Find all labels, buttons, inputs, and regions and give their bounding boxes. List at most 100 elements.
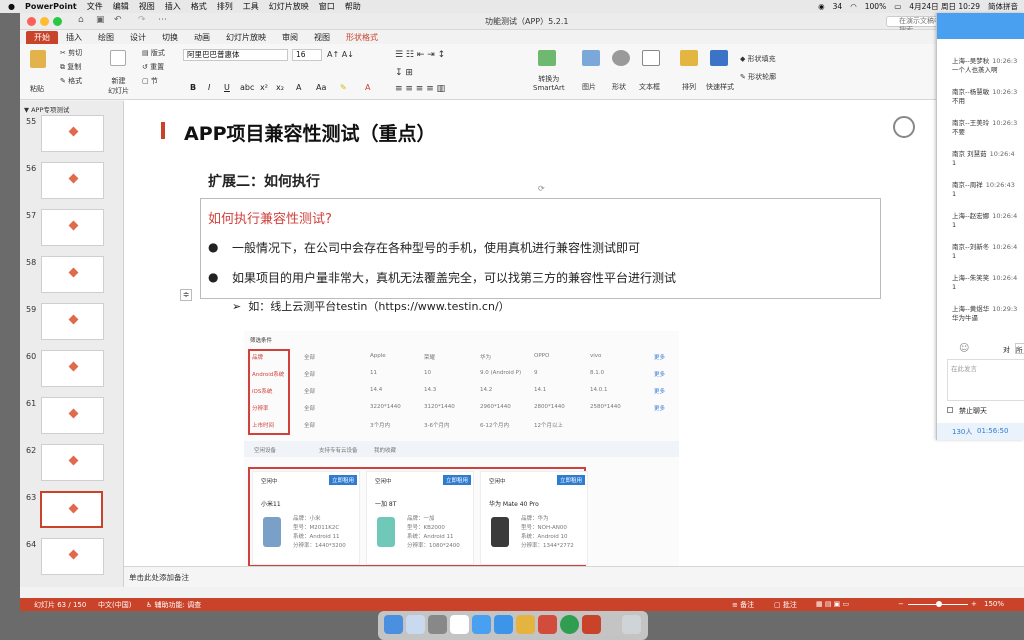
slide-thumbnail[interactable] [41, 209, 104, 246]
menu-help[interactable]: 帮助 [345, 1, 361, 12]
menu-view[interactable]: 视图 [139, 1, 155, 12]
mute-checkbox[interactable] [947, 407, 953, 413]
shape-icon[interactable] [612, 50, 630, 66]
device-card[interactable]: 空闲中 立即租用 华为 Mate 40 Pro 品牌：华为 型号：NOH-AN00 系统：… [480, 471, 588, 565]
trash-icon[interactable] [622, 615, 641, 634]
quick-styles-icon[interactable] [710, 50, 728, 66]
menu-window[interactable]: 窗口 [319, 1, 335, 12]
more-link[interactable]: 更多 [654, 387, 665, 395]
question-text[interactable]: 如何执行兼容性测试? [208, 208, 332, 227]
filter-option[interactable]: 3220*1440 [370, 404, 401, 410]
slide-canvas[interactable]: APP项目兼容性测试（重点） 扩展二：如何执行 ⟳ ≑ 如何执行兼容性测试? ●… [124, 100, 1024, 567]
align-icon[interactable]: ≡ ≡ ≡ ≡ ▥ [395, 84, 445, 94]
filter-option[interactable]: 全部 [304, 370, 315, 378]
tab-insert[interactable]: 插入 [58, 31, 90, 44]
filter-option[interactable]: 全部 [304, 421, 315, 429]
wechat-icon[interactable]: ◉ [818, 2, 825, 11]
device-card[interactable]: 空闲中 立即租用 一加 8T 品牌：一加 型号：KB2000 系统：Android 11 分… [366, 471, 474, 565]
layout-button[interactable]: ▤ 版式 [142, 48, 165, 58]
notes-placeholder[interactable]: 单击此处添加备注 [129, 572, 189, 583]
arrange-icon[interactable] [680, 50, 698, 66]
filter-option[interactable]: 荣耀 [424, 353, 435, 361]
apple-icon[interactable]: ● [8, 2, 15, 11]
filter-option[interactable]: 3-6个月内 [424, 421, 449, 429]
qq-icon[interactable] [472, 615, 491, 634]
tab-view[interactable]: 视图 [306, 31, 338, 44]
save-icon[interactable]: ▣ [96, 15, 105, 25]
slide-thumbnail[interactable] [41, 538, 104, 575]
section-header[interactable]: ▼ APP专项测试 [24, 104, 69, 114]
copy-button[interactable]: ⧉ 复制 [60, 62, 81, 72]
filter-option[interactable]: 2960*1440 [480, 404, 511, 410]
reset-button[interactable]: ↺ 重置 [142, 62, 164, 72]
highlight-icon[interactable]: ✎ [340, 83, 347, 92]
text-effects-button[interactable]: A [296, 83, 301, 92]
battery-icon[interactable]: ▭ [894, 2, 901, 11]
cut-button[interactable]: ✂ 剪切 [60, 48, 82, 58]
filter-option[interactable]: 6-12个月内 [480, 421, 509, 429]
picture-icon[interactable] [582, 50, 600, 66]
more-link[interactable]: 更多 [654, 404, 665, 412]
menu-slideshow[interactable]: 幻灯片放映 [269, 1, 309, 12]
chrome-icon[interactable] [560, 615, 579, 634]
filter-option[interactable]: 9.0 (Android P) [480, 370, 521, 376]
new-slide-icon[interactable] [110, 50, 126, 66]
slide-thumbnail[interactable] [41, 303, 104, 340]
slide-thumbnail[interactable] [40, 491, 103, 528]
filter-option[interactable]: Apple [370, 353, 386, 359]
bullet-2[interactable]: 如果项目的用户量非常大，真机无法覆盖完全，可以找第三方的兼容性平台进行测试 [232, 269, 676, 286]
bullets-icon[interactable]: ☰ ☷ ⇤ ⇥ ↕ [395, 50, 445, 60]
tab-draw[interactable]: 绘图 [90, 31, 122, 44]
rotate-handle-icon[interactable]: ⟳ [538, 184, 545, 193]
option-idle[interactable]: 空闲设备 [254, 446, 276, 454]
font-color-button[interactable]: A [365, 83, 370, 92]
tab-home[interactable]: 开始 [26, 31, 58, 44]
underline-button[interactable]: U [224, 83, 230, 92]
filter-option[interactable]: 14.1 [534, 387, 546, 393]
filter-option[interactable]: OPPO [534, 353, 549, 359]
undo-icon[interactable]: ↶ [114, 15, 122, 25]
strikethrough-button[interactable]: abc [240, 83, 254, 92]
comments-toggle[interactable]: ▢ 批注 [774, 600, 797, 610]
filter-option[interactable]: 10 [424, 370, 431, 376]
zoom-out-button[interactable]: − [898, 600, 904, 608]
bold-button[interactable]: B [190, 83, 196, 92]
customize-icon[interactable]: ⋯ [158, 15, 167, 25]
accessibility[interactable]: ♿ 辅助功能: 调查 [146, 600, 201, 610]
cloud-icon[interactable] [494, 615, 513, 634]
view-buttons[interactable]: ▦ ▤ ▣ ▭ [816, 600, 849, 608]
device-card[interactable]: 空闲中 立即租用 小米11 品牌：小米 型号：M2011K2C 系统：Android 11… [252, 471, 360, 565]
menu-edit[interactable]: 编辑 [113, 1, 129, 12]
slide-thumbnail[interactable] [41, 397, 104, 434]
paste-icon[interactable] [30, 50, 46, 68]
filter-option[interactable]: 14.2 [480, 387, 492, 393]
menu-arrange[interactable]: 排列 [217, 1, 233, 12]
slide-thumbnail[interactable] [41, 444, 104, 481]
tab-animations[interactable]: 动画 [186, 31, 218, 44]
font-grow-icon[interactable]: A↑ A↓ [327, 50, 354, 59]
rent-button[interactable]: 立即租用 [557, 475, 586, 485]
shape-fill-button[interactable]: ◆ 形状填充 [740, 54, 776, 64]
launchpad-icon[interactable] [406, 615, 425, 634]
tab-review[interactable]: 审阅 [274, 31, 306, 44]
more-link[interactable]: 更多 [654, 370, 665, 378]
filter-option[interactable]: 9 [534, 370, 538, 376]
filter-option[interactable]: 2800*1440 [534, 404, 565, 410]
quick-styles-label[interactable]: 快速样式 [706, 82, 734, 92]
zoom-window-button[interactable] [53, 17, 62, 26]
filter-option[interactable]: 2580*1440 [590, 404, 621, 410]
powerpoint-icon[interactable] [582, 615, 601, 634]
change-case-button[interactable]: Aa [316, 83, 326, 92]
filter-option[interactable]: 12个月以上 [534, 421, 563, 429]
superscript-button[interactable]: x² [260, 83, 268, 92]
section-button[interactable]: ▢ 节 [142, 76, 158, 86]
tab-transitions[interactable]: 切换 [154, 31, 186, 44]
app-menu[interactable]: PowerPoint [25, 2, 77, 11]
filter-option[interactable]: 全部 [304, 404, 315, 412]
text-direction-icon[interactable]: ↧ ⊞ [395, 68, 413, 78]
finder2-icon[interactable] [516, 615, 535, 634]
bullet-1[interactable]: 一般情况下，在公司中会存在各种型号的手机，使用真机进行兼容性测试即可 [232, 239, 640, 256]
tab-shape-format[interactable]: 形状格式 [338, 31, 386, 44]
filter-option[interactable]: 11 [370, 370, 377, 376]
xmind-icon[interactable] [538, 615, 557, 634]
